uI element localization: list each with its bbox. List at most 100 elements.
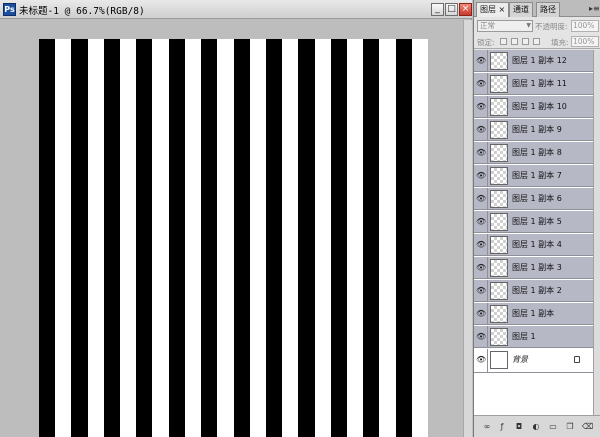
layer-row[interactable]: 👁 图层 1 副本 11 (474, 73, 593, 95)
layer-thumbnail (490, 213, 508, 231)
new-layer-icon[interactable]: ❐ (565, 422, 575, 432)
layer-name: 图层 1 副本 10 (512, 102, 567, 111)
layer-thumbnail (490, 52, 508, 70)
lock-row: 锁定: 填充: 100% (474, 35, 600, 49)
layer-row[interactable]: 👁 图层 1 副本 3 (474, 257, 593, 279)
layer-thumbnail (490, 328, 508, 346)
eye-icon: 👁 (476, 263, 487, 272)
panel-menu-icon[interactable]: ▸≡ (589, 4, 600, 13)
visibility-toggle[interactable]: 👁 (474, 119, 488, 141)
layer-thumbnail (490, 75, 508, 93)
lock-transparent-icon[interactable] (500, 38, 507, 45)
black-stripe (103, 39, 121, 437)
black-stripe (265, 39, 283, 437)
opacity-label: 不透明度: (535, 22, 568, 31)
layer-name: 图层 1 副本 8 (512, 148, 562, 157)
canvas-area[interactable] (0, 20, 470, 437)
layer-thumbnail (490, 98, 508, 116)
eye-icon: 👁 (476, 286, 487, 295)
visibility-toggle[interactable]: 👁 (474, 326, 488, 348)
image-canvas[interactable] (39, 39, 428, 437)
visibility-toggle[interactable]: 👁 (474, 96, 488, 118)
lock-all-icon[interactable] (533, 38, 540, 45)
minimize-button[interactable]: _ (431, 3, 444, 16)
layer-row[interactable]: 👁 图层 1 副本 8 (474, 142, 593, 164)
visibility-toggle[interactable]: 👁 (474, 303, 488, 325)
close-button[interactable]: × (459, 3, 472, 16)
layer-row[interactable]: 👁 图层 1 副本 12 (474, 50, 593, 72)
mask-icon[interactable]: ◘ (514, 422, 524, 432)
eye-icon: 👁 (476, 332, 487, 341)
photoshop-app-icon: Ps (3, 3, 16, 16)
maximize-button[interactable]: □ (445, 3, 458, 16)
black-stripe (330, 39, 347, 437)
tab-paths[interactable]: 路径 (536, 2, 560, 17)
folder-icon[interactable]: ▭ (548, 422, 558, 432)
layer-name: 图层 1 (512, 332, 536, 341)
layer-row[interactable]: 👁 图层 1 副本 9 (474, 119, 593, 141)
visibility-toggle[interactable]: 👁 (474, 142, 488, 164)
layer-row[interactable]: 👁 图层 1 副本 10 (474, 96, 593, 118)
trash-icon[interactable]: ⌫ (582, 422, 593, 432)
visibility-toggle[interactable]: 👁 (474, 211, 488, 233)
eye-icon: 👁 (476, 309, 487, 318)
black-stripe (71, 39, 88, 437)
layer-row[interactable]: 👁 图层 1 副本 2 (474, 280, 593, 302)
panel-tabs: 图层 × 通道 路径 ▸≡ (474, 0, 600, 17)
lock-icon (574, 356, 580, 363)
layer-name: 背景 (512, 355, 528, 364)
layer-name: 图层 1 副本 5 (512, 217, 562, 226)
black-stripe (298, 39, 315, 437)
layer-row[interactable]: 👁 图层 1 副本 5 (474, 211, 593, 233)
layer-name: 图层 1 副本 6 (512, 194, 562, 203)
visibility-toggle[interactable]: 👁 (474, 50, 488, 72)
layer-list: 👁 图层 1 副本 12 👁 图层 1 副本 11 👁 图层 1 副本 10 👁 图层 1 副… (474, 50, 593, 415)
layer-thumbnail (490, 190, 508, 208)
layer-list-scrollbar[interactable] (593, 50, 600, 415)
blend-mode-select[interactable]: 正常 ▼ (477, 20, 533, 32)
layer-row[interactable]: 👁 图层 1 (474, 326, 593, 348)
fill-input[interactable]: 100% (571, 36, 599, 47)
eye-icon: 👁 (476, 171, 487, 180)
layer-row[interactable]: 👁 图层 1 副本 (474, 303, 593, 325)
black-stripe (395, 39, 412, 437)
visibility-toggle[interactable]: 👁 (474, 257, 488, 279)
fx-icon[interactable]: ƒ (497, 422, 507, 432)
link-icon[interactable]: ∞ (482, 422, 492, 432)
layer-row[interactable]: 👁 图层 1 副本 6 (474, 188, 593, 210)
visibility-toggle[interactable]: 👁 (474, 349, 488, 373)
document-scrollbar[interactable] (463, 20, 472, 437)
visibility-toggle[interactable]: 👁 (474, 73, 488, 95)
eye-icon: 👁 (476, 148, 487, 157)
lock-position-icon[interactable] (522, 38, 529, 45)
layer-thumbnail (490, 305, 508, 323)
opacity-input[interactable]: 100% (571, 20, 599, 32)
layer-row[interactable]: 👁 图层 1 副本 7 (474, 165, 593, 187)
blend-mode-value: 正常 (480, 21, 495, 30)
eye-icon: 👁 (476, 102, 487, 111)
layer-thumbnail (490, 351, 508, 369)
layer-row[interactable]: 👁 图层 1 副本 4 (474, 234, 593, 256)
visibility-toggle[interactable]: 👁 (474, 234, 488, 256)
layer-row-background[interactable]: 👁 背景 (474, 349, 593, 373)
eye-icon: 👁 (476, 125, 487, 134)
lock-label: 锁定: (477, 38, 495, 47)
eye-icon: 👁 (476, 240, 487, 249)
layer-name: 图层 1 副本 12 (512, 56, 567, 65)
layers-panel: 图层 × 通道 路径 ▸≡ 正常 ▼ 不透明度: 100% 锁定: 填充: 10… (473, 0, 600, 437)
adjustment-icon[interactable]: ◐ (531, 422, 541, 432)
visibility-toggle[interactable]: 👁 (474, 188, 488, 210)
black-stripe (136, 39, 153, 437)
document-titlebar[interactable]: Ps 未标题-1 @ 66.7%(RGB/8) _ □ × (0, 0, 472, 19)
tab-layers[interactable]: 图层 × (476, 2, 510, 17)
black-stripe (363, 39, 380, 437)
visibility-toggle[interactable]: 👁 (474, 280, 488, 302)
visibility-toggle[interactable]: 👁 (474, 165, 488, 187)
tab-channels[interactable]: 通道 (509, 2, 533, 17)
layer-thumbnail (490, 259, 508, 277)
layer-thumbnail (490, 121, 508, 139)
layer-name: 图层 1 副本 11 (512, 79, 567, 88)
chevron-down-icon: ▼ (526, 22, 531, 29)
lock-image-icon[interactable] (511, 38, 518, 45)
layer-thumbnail (490, 144, 508, 162)
